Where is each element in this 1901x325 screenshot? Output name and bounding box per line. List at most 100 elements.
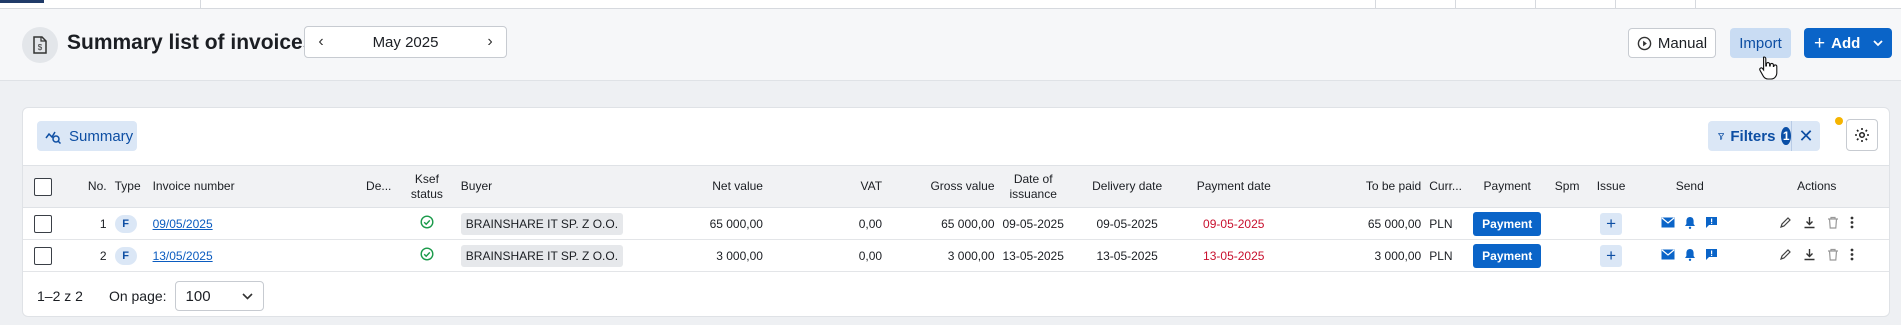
page-header: $ Summary list of invoices ‹ May 2025 › … [0, 9, 1901, 81]
trash-icon[interactable] [1827, 216, 1839, 229]
clear-filters-button[interactable]: ✕ [1792, 121, 1820, 151]
col-header-net-value[interactable]: Net value [661, 166, 767, 208]
col-header-no[interactable]: No. [63, 166, 111, 208]
invoice-number-link[interactable]: 09/05/2025 [153, 217, 213, 231]
summary-button[interactable]: Summary [37, 121, 137, 151]
filters-button[interactable]: Filters 1 [1708, 121, 1792, 151]
next-month-button[interactable]: › [474, 27, 506, 57]
top-separator [1455, 0, 1456, 8]
trash-icon[interactable] [1827, 248, 1839, 261]
row-checkbox[interactable] [33, 246, 52, 265]
buyer-chip: BRAINSHARE IT SP. Z O.O. [460, 244, 624, 267]
cell-no: 2 [99, 248, 107, 263]
pagination-range: 1–2 z 2 [37, 288, 83, 304]
summary-label: Summary [69, 127, 134, 145]
check-circle-icon [420, 247, 434, 261]
col-header-send: Send [1675, 179, 1704, 193]
cell-currency: PLN [1429, 248, 1453, 263]
gear-icon [1855, 128, 1869, 142]
payment-button[interactable]: Payment [1473, 243, 1542, 268]
plus-icon: + [1814, 32, 1826, 54]
cell-vat: 0,00 [858, 248, 883, 263]
cell-no: 1 [99, 216, 107, 231]
table-footer: 1–2 z 2 On page: 100 [23, 275, 1889, 317]
settings-button[interactable] [1846, 119, 1878, 151]
issue-button[interactable]: + [1600, 244, 1623, 267]
top-separator [1615, 0, 1616, 8]
top-accent [0, 0, 44, 3]
invoice-number-link[interactable]: 13/05/2025 [153, 249, 213, 263]
payment-button[interactable]: Payment [1473, 211, 1542, 236]
cell-net-value: 65 000,00 [709, 216, 763, 231]
col-header-delivery-date[interactable]: Delivery date [1068, 166, 1186, 208]
download-icon[interactable] [1803, 216, 1816, 229]
page-title: Summary list of invoices [67, 31, 315, 54]
import-button[interactable]: Import [1730, 28, 1791, 58]
col-header-currency[interactable]: Curr... [1425, 166, 1467, 208]
cell-date-of-issuance: 09-05-2025 [1002, 216, 1064, 231]
top-strip [0, 0, 1901, 9]
row-checkbox[interactable] [33, 214, 52, 233]
table-row: 2 F 13/05/2025 BRAINSHARE IT SP. Z O.O. … [23, 240, 1889, 272]
issue-button[interactable]: + [1600, 212, 1623, 235]
type-badge: F [114, 246, 137, 265]
cell-net-value: 3 000,00 [716, 248, 763, 263]
col-header-issue: Issue [1596, 179, 1626, 193]
col-header-vat[interactable]: VAT [767, 166, 886, 208]
col-header-ksef-status[interactable]: Ksef status [397, 166, 457, 208]
month-navigator: ‹ May 2025 › [304, 26, 507, 58]
col-header-gross-value[interactable]: Gross value [886, 166, 998, 208]
col-header-buyer[interactable]: Buyer [457, 166, 662, 208]
filters-label: Filters [1730, 127, 1776, 145]
cell-to-be-paid: 3 000,00 [1374, 248, 1422, 263]
prev-month-button[interactable]: ‹ [305, 27, 337, 57]
manual-button[interactable]: Manual [1628, 28, 1716, 58]
cell-delivery-date: 13-05-2025 [1096, 248, 1158, 263]
edit-icon[interactable] [1779, 248, 1792, 261]
invoices-table: No. Type Invoice number De... Ksef statu… [23, 165, 1889, 272]
col-header-payment-date[interactable]: Payment date [1186, 166, 1281, 208]
cell-payment-date: 13-05-2025 [1203, 248, 1265, 263]
bell-icon[interactable] [1684, 216, 1696, 229]
more-vertical-icon[interactable] [1850, 216, 1854, 229]
buyer-chip: BRAINSHARE IT SP. Z O.O. [460, 212, 624, 235]
select-all-checkbox[interactable] [33, 177, 52, 196]
col-header-to-be-paid[interactable]: To be paid [1281, 166, 1425, 208]
cell-payment-date: 09-05-2025 [1203, 216, 1265, 231]
table-row: 1 F 09/05/2025 BRAINSHARE IT SP. Z O.O. … [23, 208, 1889, 240]
hand-cursor-icon [1759, 56, 1778, 80]
mail-icon[interactable] [1661, 249, 1675, 260]
close-icon: ✕ [1798, 125, 1814, 146]
cell-date-of-issuance: 13-05-2025 [1002, 248, 1064, 263]
cell-vat: 0,00 [858, 216, 883, 231]
check-circle-icon [420, 215, 434, 229]
col-header-spm: Spm [1554, 179, 1580, 193]
message-alert-icon[interactable] [1705, 216, 1718, 229]
top-separator [200, 0, 201, 8]
col-header-actions: Actions [1797, 179, 1837, 193]
cell-currency: PLN [1429, 216, 1453, 231]
chart-search-icon [45, 131, 61, 144]
edit-icon[interactable] [1779, 216, 1792, 229]
add-button[interactable]: + Add [1804, 28, 1892, 58]
chevron-right-icon: › [487, 33, 493, 50]
col-header-payment: Payment [1483, 179, 1531, 193]
page-size-label: On page: [108, 288, 167, 304]
message-alert-icon[interactable] [1705, 248, 1718, 261]
download-icon[interactable] [1803, 248, 1816, 261]
svg-text:$: $ [38, 43, 43, 52]
col-header-de[interactable]: De... [362, 166, 397, 208]
bell-icon[interactable] [1684, 248, 1696, 261]
page-size-select[interactable]: 100 [174, 281, 264, 311]
col-header-date-of-issuance[interactable]: Date of issuance [999, 166, 1068, 208]
play-circle-icon [1637, 36, 1652, 50]
col-header-type[interactable]: Type [111, 166, 149, 208]
cell-delivery-date: 09-05-2025 [1096, 216, 1158, 231]
filter-indicator-dot [1835, 117, 1843, 125]
chevron-down-icon[interactable] [1873, 39, 1883, 47]
mail-icon[interactable] [1661, 217, 1675, 228]
more-vertical-icon[interactable] [1850, 248, 1854, 261]
top-separator [1375, 0, 1376, 8]
col-header-invoice-number[interactable]: Invoice number [149, 166, 362, 208]
table-header-row: No. Type Invoice number De... Ksef statu… [23, 165, 1889, 208]
